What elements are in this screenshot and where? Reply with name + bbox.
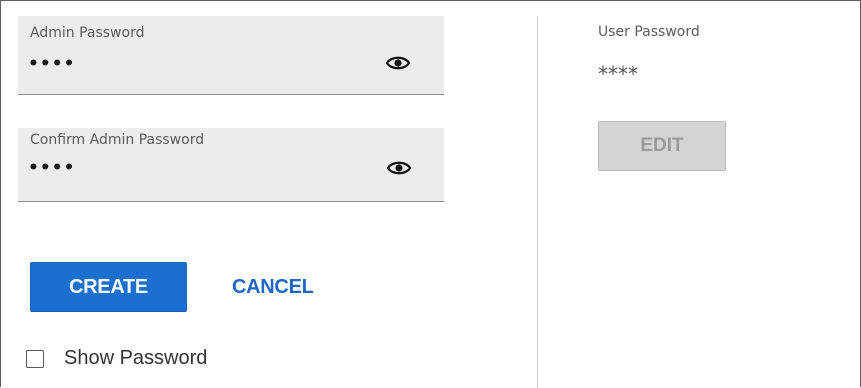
show-password-toggle[interactable]: Show Password [26, 347, 207, 370]
user-password-value: **** [598, 62, 638, 86]
create-button[interactable]: CREATE [30, 262, 187, 312]
admin-password-field[interactable]: Admin Password •••• [18, 16, 444, 95]
eye-icon[interactable] [386, 157, 412, 179]
user-password-label: User Password [598, 24, 700, 40]
show-password-checkbox[interactable] [26, 349, 44, 368]
cancel-button[interactable]: CANCEL [232, 270, 314, 304]
confirm-admin-password-value[interactable]: •••• [28, 158, 75, 178]
show-password-label: Show Password [64, 347, 208, 369]
admin-password-label: Admin Password [30, 25, 145, 41]
column-divider [537, 16, 538, 388]
confirm-admin-password-field[interactable]: Confirm Admin Password •••• [18, 128, 444, 202]
confirm-admin-password-label: Confirm Admin Password [30, 132, 205, 148]
admin-password-value[interactable]: •••• [28, 54, 75, 74]
edit-button[interactable]: EDIT [598, 121, 726, 171]
eye-icon[interactable] [385, 52, 411, 74]
